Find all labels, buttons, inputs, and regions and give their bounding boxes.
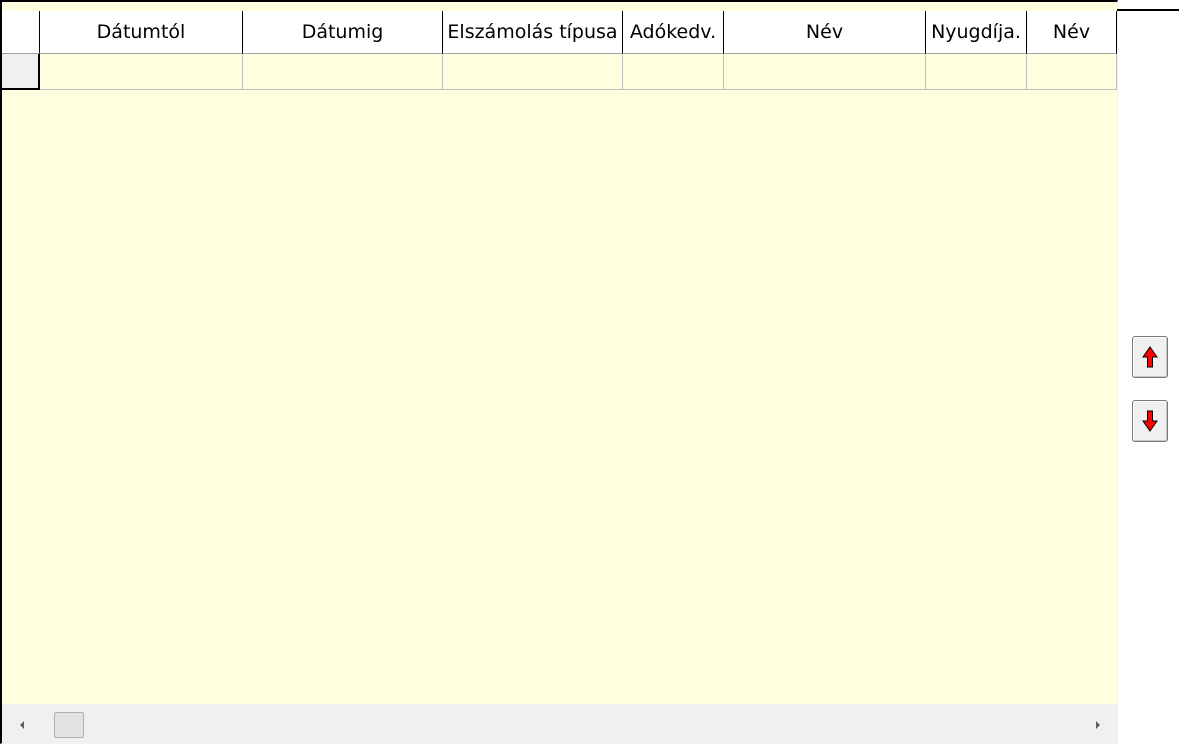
table-cell[interactable] <box>623 54 724 90</box>
table-row[interactable] <box>2 54 1117 90</box>
table-cell[interactable] <box>926 54 1027 90</box>
column-header-nev-2[interactable]: Név <box>1027 11 1117 54</box>
column-header-nyugdija[interactable]: Nyugdíja. <box>926 11 1027 54</box>
arrow-down-icon <box>1142 410 1158 432</box>
column-header-datumtol[interactable]: Dátumtól <box>40 11 243 54</box>
divider <box>1117 9 1179 11</box>
table-cell[interactable] <box>1027 54 1117 90</box>
header-corner[interactable] <box>2 11 40 54</box>
column-header-elszamolas-tipusa[interactable]: Elszámolás típusa <box>443 11 623 54</box>
chevron-right-icon[interactable] <box>1078 705 1117 743</box>
scroll-track[interactable] <box>42 705 1078 743</box>
table-cell[interactable] <box>40 54 243 90</box>
arrow-up-icon <box>1142 346 1158 368</box>
move-down-button[interactable] <box>1132 400 1168 442</box>
table-cell[interactable] <box>443 54 623 90</box>
column-header-label: Nyugdíja. <box>931 21 1021 43</box>
table-cell[interactable] <box>243 54 443 90</box>
column-header-label: Név <box>805 21 844 43</box>
scroll-thumb[interactable] <box>54 712 84 738</box>
column-header-adokedv[interactable]: Adókedv. <box>623 11 724 54</box>
move-up-button[interactable] <box>1132 336 1168 378</box>
table-cell[interactable] <box>724 54 926 90</box>
column-header-label: Adókedv. <box>629 21 717 43</box>
column-header-label: Dátumig <box>301 21 384 43</box>
grid-panel: Dátumtól Dátumig Elszámolás típusa Adóke… <box>0 0 1179 744</box>
chevron-left-icon[interactable] <box>2 705 42 743</box>
horizontal-scrollbar[interactable] <box>2 704 1117 743</box>
column-header-datumig[interactable]: Dátumig <box>243 11 443 54</box>
grid-header: Dátumtól Dátumig Elszámolás típusa Adóke… <box>2 11 1117 54</box>
column-header-label: Név <box>1052 21 1091 43</box>
row-indicator[interactable] <box>2 54 40 90</box>
column-header-nev[interactable]: Név <box>724 11 926 54</box>
column-header-label: Dátumtól <box>96 21 186 43</box>
column-header-label: Elszámolás típusa <box>447 21 618 43</box>
data-grid[interactable]: Dátumtól Dátumig Elszámolás típusa Adóke… <box>0 0 1118 744</box>
